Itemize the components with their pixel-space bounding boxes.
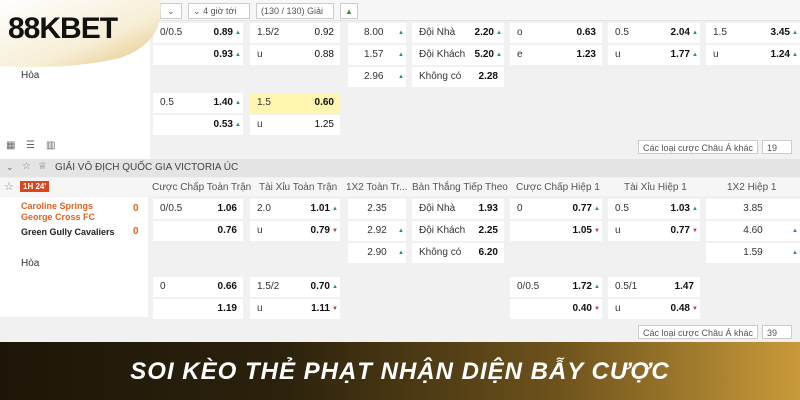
time-filter-select[interactable]: ⌄ 4 giờ tới (188, 3, 250, 19)
column-header: Tài Xỉu Hiệp 1 (624, 182, 687, 193)
arrow-up-icon: ▲ (345, 7, 353, 16)
list-icon[interactable]: ☰ (26, 140, 35, 151)
odds-cell[interactable]: u 0.77 ▼ (608, 221, 700, 241)
odds-cell[interactable]: e 1.23 (510, 45, 602, 65)
odds-cell[interactable]: 0.40 ▼ (510, 299, 602, 319)
odds-cell[interactable]: 1.5/2 0.92 (250, 23, 340, 43)
odds-cell[interactable]: 0 0.66 (153, 277, 243, 297)
odds-type-label: Các loại cược Châu Á khác (643, 328, 753, 338)
home-team-name[interactable]: Caroline Springs George Cross FC (21, 201, 121, 223)
odds-cell[interactable]: 1.5 3.45 ▲ (706, 23, 800, 43)
league-count-select[interactable]: (130 / 130) Giải (256, 3, 334, 19)
column-header: Cược Chấp Hiệp 1 (516, 182, 600, 193)
rows-label: 39 (767, 328, 778, 338)
odds-cell[interactable]: 2.0 1.01 ▲ (250, 199, 340, 219)
odds-cell[interactable]: 1.05 ▼ (510, 221, 602, 241)
odds-cell-highlighted[interactable]: 1.5 0.60 (250, 93, 340, 113)
trophy-icon: ♕ (38, 161, 47, 172)
draw-label: Hòa (21, 258, 40, 269)
odds-cell[interactable]: 0.5 2.04 ▲ (608, 23, 700, 43)
odds-cell[interactable]: u 0.88 (250, 45, 340, 65)
sort-button[interactable]: ▲ (340, 3, 358, 19)
column-header: Tài Xỉu Toàn Trận (259, 182, 338, 193)
away-team-name[interactable]: Green Gully Cavaliers (21, 227, 121, 238)
league-header[interactable]: ⌄ ☆ ♕ GIẢI VÔ ĐỊCH QUỐC GIA VICTORIA ÚC (0, 159, 800, 177)
rows-select[interactable]: 19 ⌄ (762, 140, 792, 167)
odds-cell[interactable]: 1.59 ▲ (706, 243, 800, 263)
banner-title: SOI KÈO THẺ PHẠT NHẬN DIỆN BẪY CƯỢC (130, 358, 670, 385)
stats-icon[interactable]: ▦ (6, 140, 15, 151)
odds-type-select[interactable]: Các loại cược Châu Á khác ⌄ (638, 140, 758, 167)
odds-cell[interactable]: 0/0.5 1.06 (153, 199, 243, 219)
star-icon[interactable]: ☆ (4, 180, 14, 193)
title-banner: SOI KÈO THẺ PHẠT NHẬN DIỆN BẪY CƯỢC (0, 342, 800, 400)
chevron-down-icon: ⌄ (193, 6, 201, 16)
away-score: 0 (133, 226, 139, 237)
odds-cell[interactable]: Không có 6.20 (412, 243, 504, 263)
odds-cell[interactable]: 0.5 1.03 ▲ (608, 199, 700, 219)
odds-cell[interactable]: 0.76 (153, 221, 243, 241)
column-header: 1X2 Hiệp 1 (727, 182, 777, 193)
star-icon[interactable]: ☆ (22, 161, 31, 172)
odds-cell[interactable]: 0.5/1 1.47 (608, 277, 700, 297)
odds-cell[interactable]: 1.5/2 0.70 ▲ (250, 277, 340, 297)
odds-cell[interactable]: u 1.24 ▲ (706, 45, 800, 65)
live-time-badge: 1H 24' (20, 181, 50, 192)
column-header: Cược Chấp Toàn Trận (152, 182, 252, 193)
odds-cell[interactable]: u 0.48 ▼ (608, 299, 700, 319)
column-header: 1X2 Toàn Tr... (346, 182, 408, 193)
chevron-down-icon[interactable]: ⌄ (6, 162, 14, 173)
rows-label: 19 (767, 143, 778, 153)
home-score: 0 (133, 203, 139, 214)
odds-cell[interactable]: 0 0.77 ▲ (510, 199, 602, 219)
draw-label: Hòa (21, 70, 40, 81)
odds-cell[interactable]: Đội Nhà 2.20 ▲ (412, 23, 504, 43)
odds-cell[interactable]: 8.00 ▲ (348, 23, 406, 43)
odds-cell[interactable]: 0.53 ▲ (153, 115, 243, 135)
league-count-label: (130 / 130) Giải (261, 6, 324, 16)
odds-cell[interactable]: o 0.63 (510, 23, 602, 43)
odds-cell[interactable]: 2.96 ▲ (348, 67, 406, 87)
odds-cell[interactable]: 0.5 1.40 ▲ (153, 93, 243, 113)
time-filter-label: 4 giờ tới (203, 6, 237, 16)
odds-cell[interactable]: 2.92 ▲ (348, 221, 406, 241)
odds-cell[interactable]: 3.85 (706, 199, 800, 219)
odds-cell[interactable]: 0/0.5 1.72 ▲ (510, 277, 602, 297)
odds-cell[interactable]: u 0.79 ▼ (250, 221, 340, 241)
brand-logo[interactable]: 88KBET (8, 12, 118, 46)
odds-cell[interactable]: 2.90 ▲ (348, 243, 406, 263)
odds-cell[interactable]: u 1.25 (250, 115, 340, 135)
league-name: GIẢI VÔ ĐỊCH QUỐC GIA VICTORIA ÚC (55, 162, 239, 173)
odds-cell[interactable]: u 1.77 ▲ (608, 45, 700, 65)
odds-cell[interactable]: 1.19 (153, 299, 243, 319)
rows-select[interactable]: 39 ⌄ (762, 325, 792, 352)
column-header: Bàn Thắng Tiếp Theo (412, 182, 508, 193)
odds-cell[interactable]: 2.35 (348, 199, 406, 219)
odds-cell[interactable]: Đội Khách 5.20 ▲ (412, 45, 504, 65)
odds-cell[interactable]: Đội Nhà 1.93 (412, 199, 504, 219)
brand-logo-text: 88KBET (8, 12, 118, 45)
odds-type-select[interactable]: Các loại cược Châu Á khác ⌄ (638, 325, 758, 352)
odds-cell[interactable]: 1.57 ▲ (348, 45, 406, 65)
chart-icon[interactable]: ▥ (46, 140, 55, 151)
odds-cell[interactable]: u 1.11 ▼ (250, 299, 340, 319)
odds-cell[interactable]: Không có 2.28 (412, 67, 504, 87)
odds-type-label: Các loại cược Châu Á khác (643, 143, 753, 153)
odds-cell[interactable]: 4.60 ▲ (706, 221, 800, 241)
odds-cell[interactable]: Đội Khách 2.25 (412, 221, 504, 241)
